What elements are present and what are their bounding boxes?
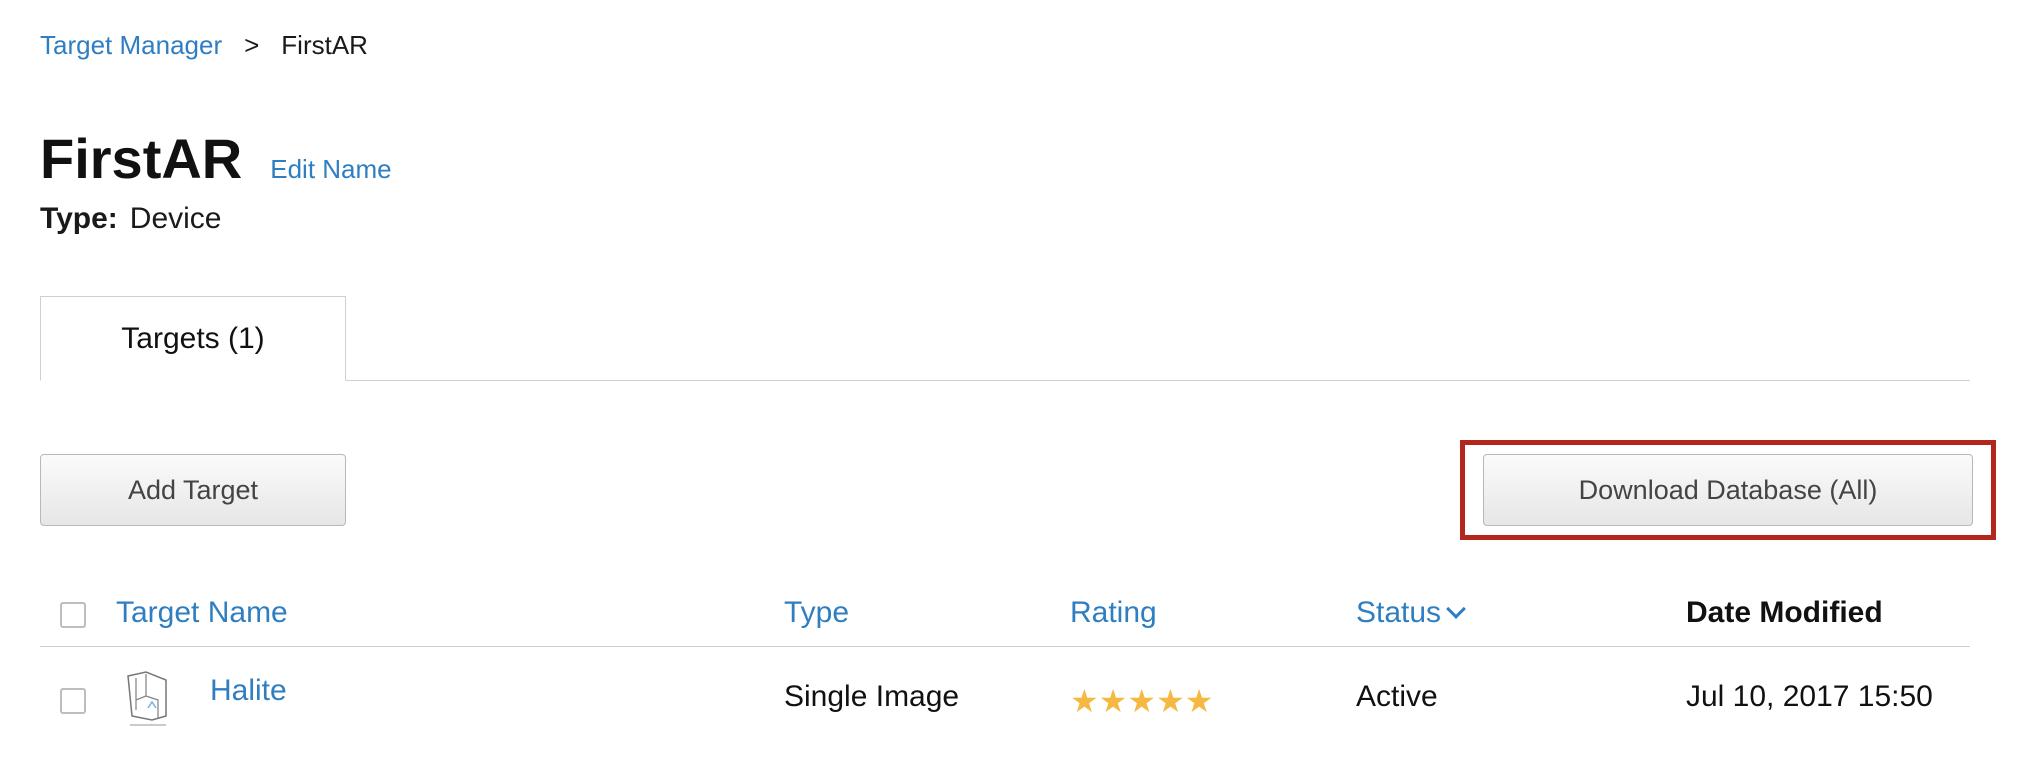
column-target-name[interactable]: Target Name bbox=[116, 596, 288, 630]
column-status[interactable]: Status bbox=[1356, 596, 1466, 630]
star-rating-icon: ★★★★★ bbox=[1070, 683, 1214, 719]
table-header: Target Name Type Rating Status Date Modi… bbox=[40, 584, 1970, 647]
target-name-link[interactable]: Halite bbox=[210, 674, 287, 708]
target-type: Single Image bbox=[784, 680, 960, 713]
type-label: Type: bbox=[40, 202, 118, 235]
breadcrumb-separator: > bbox=[244, 30, 260, 60]
column-status-label: Status bbox=[1356, 596, 1442, 629]
target-thumbnail-icon bbox=[127, 671, 167, 726]
column-date-modified: Date Modified bbox=[1686, 596, 1883, 629]
add-target-button[interactable]: Add Target bbox=[40, 454, 346, 526]
column-rating[interactable]: Rating bbox=[1070, 596, 1157, 630]
database-type: Type: Device bbox=[40, 202, 222, 236]
breadcrumb-current: FirstAR bbox=[281, 30, 368, 60]
title-row: FirstAR Edit Name bbox=[40, 126, 392, 191]
download-database-button[interactable]: Download Database (All) bbox=[1483, 454, 1973, 526]
row-checkbox[interactable] bbox=[60, 688, 86, 714]
target-date-modified: Jul 10, 2017 15:50 bbox=[1686, 680, 1933, 713]
column-type[interactable]: Type bbox=[784, 596, 849, 630]
select-all-checkbox[interactable] bbox=[60, 602, 86, 628]
tab-targets[interactable]: Targets (1) bbox=[40, 296, 346, 381]
edit-name-link[interactable]: Edit Name bbox=[270, 154, 391, 185]
breadcrumb-target-manager[interactable]: Target Manager bbox=[40, 30, 222, 61]
target-manager-page: Target Manager > FirstAR FirstAR Edit Na… bbox=[0, 0, 2020, 768]
page-title: FirstAR bbox=[40, 127, 243, 190]
table-row: Halite Single Image ★★★★★ Active Jul 10,… bbox=[40, 646, 1970, 756]
breadcrumb: Target Manager > FirstAR bbox=[40, 30, 368, 61]
target-status: Active bbox=[1356, 680, 1438, 713]
type-value: Device bbox=[129, 202, 222, 235]
chevron-down-icon bbox=[1446, 599, 1466, 619]
